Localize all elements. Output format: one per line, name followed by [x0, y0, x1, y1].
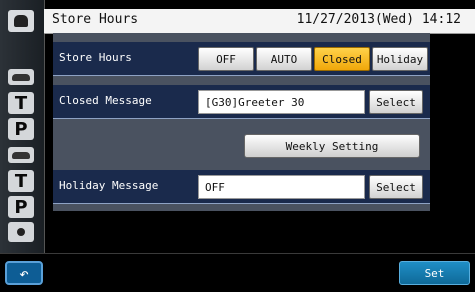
store-hours-label: Store Hours [59, 51, 132, 64]
dot-icon[interactable] [8, 222, 34, 242]
holiday-message-label: Holiday Message [59, 179, 159, 192]
set-button[interactable]: Set [399, 261, 470, 285]
closed-message-label: Closed Message [59, 94, 152, 107]
holiday-message-field[interactable]: OFF [198, 175, 365, 199]
auto-button[interactable]: AUTO [256, 47, 312, 71]
car-icon[interactable] [8, 69, 34, 85]
title-bar: Store Hours 11/27/2013(Wed) 14:12 [44, 9, 475, 34]
weekly-setting-button[interactable]: Weekly Setting [244, 134, 420, 158]
closed-message-field[interactable]: [G30]Greeter 30 [198, 90, 365, 114]
closed-message-row: Closed Message [G30]Greeter 30 Select [53, 85, 430, 119]
p-icon[interactable]: P [8, 196, 34, 218]
page-title: Store Hours [52, 12, 139, 27]
closed-button[interactable]: Closed [314, 47, 370, 71]
p-icon[interactable]: P [8, 118, 34, 140]
closed-message-select-button[interactable]: Select [369, 90, 423, 114]
car-icon[interactable] [8, 147, 34, 163]
settings-panel: Store Hours OFF AUTO Closed Holiday Clos… [53, 33, 430, 211]
t-icon[interactable]: T [8, 170, 34, 192]
store-hours-row: Store Hours OFF AUTO Closed Holiday [53, 42, 430, 76]
bottom-bar: ↶ Set [0, 253, 475, 292]
home-icon[interactable] [8, 10, 34, 32]
date-time: 11/27/2013(Wed) 14:12 [296, 12, 461, 27]
holiday-message-row: Holiday Message OFF Select [53, 170, 430, 204]
t-icon[interactable]: T [8, 92, 34, 114]
return-arrow-icon: ↶ [19, 263, 29, 283]
off-button[interactable]: OFF [198, 47, 254, 71]
holiday-message-select-button[interactable]: Select [369, 175, 423, 199]
side-icon-strip: T P T P [0, 0, 45, 253]
store-hours-screen: T P T P Store Hours 11/27/2013(Wed) 14:1… [0, 0, 475, 292]
weekly-setting-row: Weekly Setting [53, 128, 430, 161]
back-button[interactable]: ↶ [5, 261, 43, 285]
holiday-button[interactable]: Holiday [372, 47, 428, 71]
